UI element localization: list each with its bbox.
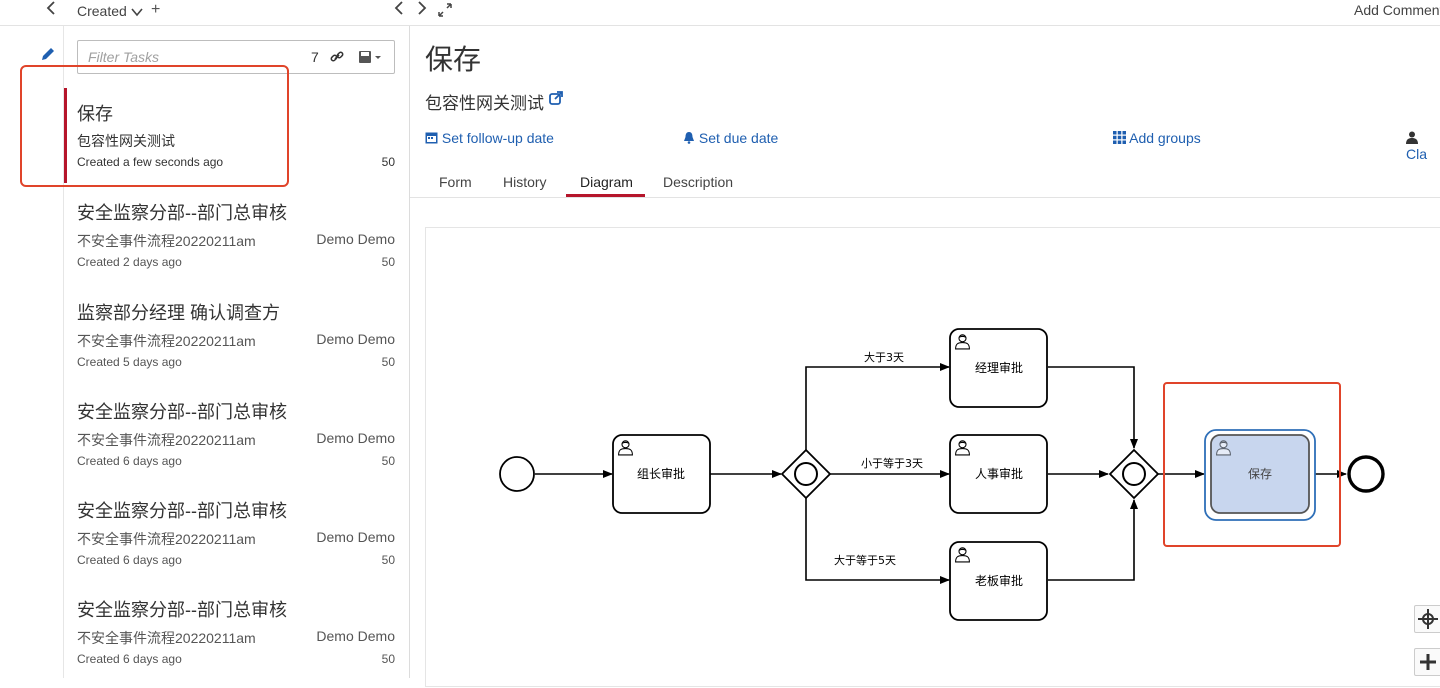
add-groups-label: Add groups (1129, 130, 1201, 146)
inclusive-gateway-join[interactable] (1108, 448, 1160, 500)
calendar-icon (425, 132, 438, 144)
task-assignee: Demo Demo (316, 231, 395, 247)
chevron-down-icon (131, 8, 143, 17)
task-process: 不安全事件流程20220211am (77, 432, 256, 448)
task-manager-approval[interactable]: 经理审批 (949, 328, 1048, 408)
task-priority: 50 (381, 454, 395, 468)
task-title: 安全监察分部--部门总审核 (77, 402, 287, 422)
detail-topbar: Add Comment (410, 0, 1440, 26)
task-created: Created 6 days ago (77, 553, 182, 567)
set-due-date-label: Set due date (698, 130, 779, 146)
flow-label-le3: 小于等于3天 (861, 456, 923, 470)
task-item[interactable]: 安全监察分部--部门总审核 不安全事件流程20220211am Demo Dem… (64, 496, 410, 596)
task-title: 安全监察分部--部门总审核 (77, 203, 287, 223)
task-hr-approval[interactable]: 人事审批 (949, 434, 1048, 514)
process-name[interactable]: 包容性网关测试 (425, 94, 544, 113)
set-due-date-link[interactable]: Set due date (683, 130, 778, 146)
task-manager-label: 经理审批 (975, 360, 1023, 375)
task-priority: 50 (381, 255, 395, 269)
task-priority: 50 (381, 652, 395, 666)
end-event[interactable] (1347, 455, 1385, 493)
task-process: 不安全事件流程20220211am (77, 233, 256, 249)
bell-icon (684, 132, 694, 144)
nav-topbar (0, 0, 64, 26)
set-follow-up-date-label: Set follow-up date (441, 130, 554, 146)
grid-icon (1113, 131, 1126, 144)
task-assignee: Demo Demo (316, 628, 395, 644)
sort-label: Created (77, 3, 127, 19)
task-priority: 50 (381, 155, 395, 169)
active-node-highlight (1163, 382, 1341, 547)
flow-split-to-boss (805, 498, 950, 584)
flow-split-to-manager (805, 363, 950, 450)
link-icon[interactable] (330, 50, 344, 69)
task-item[interactable]: 安全监察分部--部门总审核 不安全事件流程20220211am Demo Dem… (64, 595, 410, 678)
zoom-in-button[interactable] (1414, 648, 1440, 676)
plus-icon[interactable]: + (151, 1, 160, 19)
task-leader-label: 组长审批 (637, 466, 685, 481)
task-heading: 保存 (425, 44, 482, 75)
pencil-icon[interactable] (40, 46, 56, 67)
expand-right-icon[interactable] (417, 1, 427, 21)
plus-icon (1420, 654, 1436, 670)
user-icon (1406, 131, 1418, 144)
task-process: 不安全事件流程20220211am (77, 630, 256, 646)
external-link-icon[interactable] (548, 91, 563, 105)
set-follow-up-date-link[interactable]: Set follow-up date (425, 130, 554, 146)
add-comment-button[interactable]: Add Comment (1354, 2, 1440, 18)
task-created: Created 6 days ago (77, 652, 182, 666)
task-priority: 50 (381, 553, 395, 567)
task-assignee: Demo Demo (316, 331, 395, 347)
task-item[interactable]: 安全监察分部--部门总审核 不安全事件流程20220211am Demo Dem… (64, 198, 410, 298)
task-item[interactable]: 安全监察分部--部门总审核 不安全事件流程20220211am Demo Dem… (64, 397, 410, 497)
task-created: Created 6 days ago (77, 454, 182, 468)
task-title: 监察部分经理 确认调查方 (77, 303, 280, 323)
save-filter-icon[interactable] (358, 50, 384, 69)
tab-form[interactable]: Form (439, 174, 472, 190)
add-groups-link[interactable]: Add groups (1113, 130, 1201, 146)
task-priority: 50 (381, 355, 395, 369)
task-item[interactable]: 监察部分经理 确认调查方 不安全事件流程20220211am Demo Demo… (64, 298, 410, 398)
claim-label: Cla (1406, 146, 1428, 162)
flow-label-ge5: 大于等于5天 (834, 553, 896, 567)
task-assignee: Demo Demo (316, 529, 395, 545)
flow-label-gt3: 大于3天 (864, 350, 904, 364)
tabs-divider (410, 197, 1440, 198)
flow-boss-to-join (1048, 499, 1138, 581)
task-leader-approval[interactable]: 组长审批 (612, 434, 711, 514)
collapse-left-icon[interactable] (46, 1, 56, 21)
task-title: 安全监察分部--部门总审核 (77, 600, 287, 620)
selected-task-highlight (20, 65, 289, 187)
task-boss-label: 老板审批 (975, 573, 1023, 588)
task-title: 安全监察分部--部门总审核 (77, 501, 287, 521)
list-topbar: Created + (64, 0, 410, 26)
process-name-row: 包容性网关测试 (425, 89, 563, 114)
reset-zoom-button[interactable] (1414, 605, 1440, 633)
active-tab-underline (566, 194, 645, 197)
tab-history[interactable]: History (503, 174, 547, 190)
inclusive-gateway-split[interactable] (780, 448, 832, 500)
sort-dropdown[interactable]: Created (77, 3, 143, 19)
task-process: 不安全事件流程20220211am (77, 333, 256, 349)
task-detail-panel: Add Comment 保存 包容性网关测试 Set follow-up dat… (410, 0, 1440, 687)
task-process: 不安全事件流程20220211am (77, 531, 256, 547)
task-boss-approval[interactable]: 老板审批 (949, 541, 1048, 621)
start-event[interactable] (499, 456, 535, 492)
collapse-list-icon[interactable] (394, 1, 404, 21)
task-hr-label: 人事审批 (975, 466, 1023, 481)
claim-link[interactable]: Cla (1406, 130, 1440, 162)
filter-tasks-input[interactable] (88, 49, 288, 65)
task-created: Created 5 days ago (77, 355, 182, 369)
fullscreen-icon[interactable] (438, 3, 452, 22)
task-created: Created 2 days ago (77, 255, 182, 269)
flow-manager-to-join (1048, 366, 1138, 449)
crosshair-icon (1418, 609, 1438, 629)
task-assignee: Demo Demo (316, 430, 395, 446)
tab-diagram[interactable]: Diagram (580, 174, 633, 190)
tab-description[interactable]: Description (663, 174, 733, 190)
task-count: 7 (311, 49, 319, 65)
